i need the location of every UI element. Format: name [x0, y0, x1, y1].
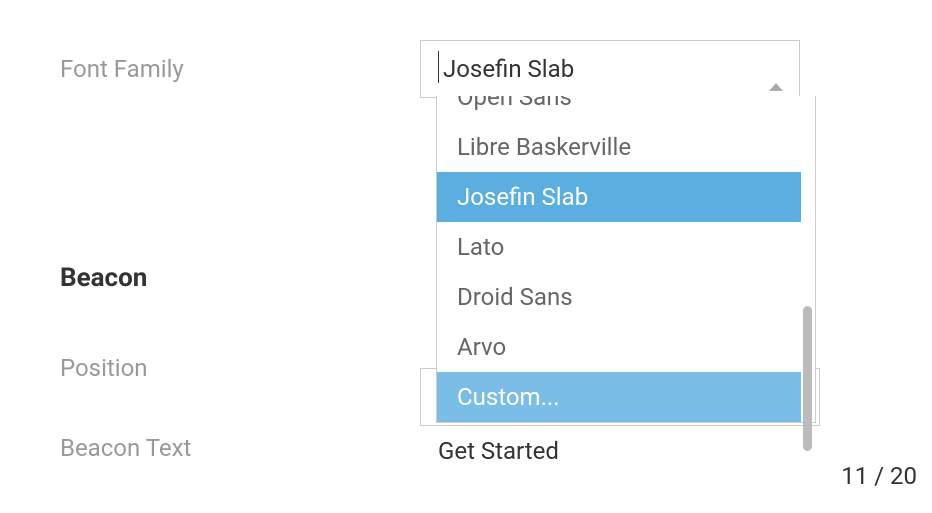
char-counter: 11 / 20	[841, 462, 917, 490]
position-label: Position	[60, 354, 420, 382]
font-family-label: Font Family	[60, 55, 420, 83]
dropdown-option[interactable]: Droid Sans	[437, 272, 801, 322]
font-family-select-value: Josefin Slab	[443, 55, 574, 83]
dropdown-option[interactable]: Open Sans	[437, 96, 801, 122]
dropdown-list: Open Sans Libre Baskerville Josefin Slab…	[437, 96, 801, 422]
dropdown-option[interactable]: Custom...	[437, 372, 801, 422]
dropdown-option[interactable]: Arvo	[437, 322, 801, 372]
beacon-text-label: Beacon Text	[60, 434, 420, 462]
font-family-dropdown[interactable]: Open Sans Libre Baskerville Josefin Slab…	[436, 96, 816, 423]
chevron-up-icon	[769, 55, 783, 83]
dropdown-option[interactable]: Libre Baskerville	[437, 122, 801, 172]
dropdown-option[interactable]: Josefin Slab	[437, 172, 801, 222]
beacon-text-value: Get Started	[420, 423, 577, 479]
beacon-heading: Beacon	[60, 263, 420, 293]
scrollbar[interactable]	[801, 96, 815, 422]
scrollbar-thumb[interactable]	[803, 306, 812, 451]
font-family-select[interactable]: Josefin Slab	[420, 40, 800, 98]
dropdown-option[interactable]: Lato	[437, 222, 801, 272]
text-cursor	[438, 51, 439, 83]
